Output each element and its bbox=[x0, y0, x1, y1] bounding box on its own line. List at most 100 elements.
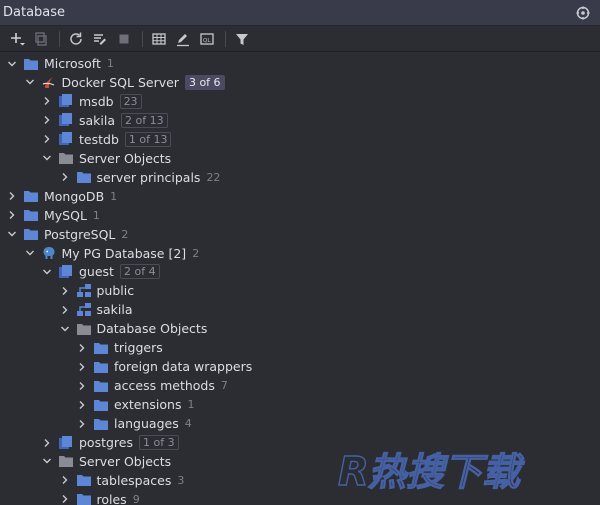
chevron-down-icon[interactable] bbox=[41, 455, 53, 467]
chevron-down-icon[interactable] bbox=[6, 228, 18, 240]
chevron-right-icon[interactable] bbox=[41, 437, 53, 449]
chevron-right-icon[interactable] bbox=[76, 380, 88, 392]
chevron-right-icon[interactable] bbox=[76, 342, 88, 354]
folder-icon bbox=[24, 208, 38, 222]
tree-node-badge[interactable]: 3 of 6 bbox=[184, 74, 225, 90]
tree-node[interactable]: extensions 1 bbox=[0, 395, 600, 414]
chevron-right-icon[interactable] bbox=[76, 399, 88, 411]
tree-node-badge[interactable]: 1 of 3 bbox=[139, 435, 179, 450]
tree-node[interactable]: Server Objects bbox=[0, 149, 600, 168]
tree-node-label: Server Objects bbox=[79, 150, 172, 166]
tree-node[interactable]: server principals 22 bbox=[0, 168, 600, 187]
folder-icon bbox=[76, 170, 91, 184]
tree-node-label: extensions bbox=[114, 397, 182, 413]
tree-node-label: tablespaces bbox=[96, 472, 172, 488]
copy-icon[interactable] bbox=[30, 29, 52, 49]
schema-icon bbox=[76, 302, 91, 317]
stop-icon[interactable] bbox=[113, 29, 135, 49]
tree-node[interactable]: roles 9 bbox=[0, 490, 600, 505]
tree-node[interactable]: testdb 1 of 13 bbox=[0, 130, 600, 149]
chevron-right-icon[interactable] bbox=[59, 304, 71, 316]
console-icon[interactable]: QL bbox=[196, 29, 218, 49]
tree-node[interactable]: MongoDB 1 bbox=[0, 187, 600, 206]
toolbar-separator bbox=[59, 31, 60, 47]
tree-node-badge[interactable]: 23 bbox=[119, 93, 142, 109]
folder-icon bbox=[76, 473, 91, 487]
svg-text:QL: QL bbox=[203, 38, 211, 44]
chevron-right-icon[interactable] bbox=[41, 95, 53, 107]
chevron-down-icon[interactable] bbox=[24, 76, 36, 88]
tree-node-label: server principals bbox=[96, 169, 201, 185]
chevron-down-icon[interactable] bbox=[6, 58, 18, 70]
refresh-icon[interactable] bbox=[65, 29, 87, 49]
chevron-right-icon[interactable] bbox=[76, 361, 88, 373]
tree-node-badge[interactable]: 1 of 13 bbox=[124, 131, 172, 147]
chevron-down-icon[interactable] bbox=[41, 152, 53, 164]
tree-node-label: MongoDB bbox=[44, 188, 105, 204]
tree-node[interactable]: Database Objects bbox=[0, 319, 600, 338]
tree-node-badge[interactable]: 2 of 13 bbox=[121, 112, 168, 128]
folder-icon bbox=[24, 189, 38, 203]
chevron-right-icon[interactable] bbox=[59, 285, 71, 297]
chevron-right-icon[interactable] bbox=[6, 209, 18, 221]
database-icon bbox=[59, 264, 73, 279]
tree-node-label: testdb bbox=[79, 131, 119, 147]
grey-folder-icon bbox=[59, 151, 73, 165]
chevron-right-icon[interactable] bbox=[59, 474, 71, 486]
tree-node[interactable]: triggers bbox=[0, 338, 600, 357]
schema-sync-icon[interactable] bbox=[89, 29, 111, 49]
folder-icon bbox=[94, 360, 108, 374]
add-icon[interactable] bbox=[6, 29, 28, 49]
chevron-down-icon[interactable] bbox=[24, 247, 36, 259]
tree-node-label: sakila bbox=[79, 112, 116, 128]
gear-icon[interactable] bbox=[575, 5, 591, 21]
table-icon[interactable] bbox=[148, 29, 170, 49]
tree-node[interactable]: foreign data wrappers bbox=[0, 357, 600, 376]
chevron-right-icon[interactable] bbox=[76, 418, 88, 430]
tree-node-count: 1 bbox=[106, 57, 114, 70]
edit-icon[interactable] bbox=[172, 29, 194, 49]
tree-node[interactable]: Microsoft 1 bbox=[0, 54, 600, 73]
postgres-icon bbox=[42, 246, 56, 260]
tree-node-label: access methods bbox=[114, 378, 215, 394]
tree-node[interactable]: sakila bbox=[0, 300, 600, 319]
tree-node[interactable]: msdb 23 bbox=[0, 92, 600, 111]
grey-folder-icon bbox=[59, 454, 73, 468]
panel-title: Database bbox=[3, 5, 66, 20]
tree-node[interactable]: access methods 7 bbox=[0, 376, 600, 395]
tree-node-label: foreign data wrappers bbox=[114, 359, 253, 375]
chevron-right-icon[interactable] bbox=[41, 133, 53, 145]
tree-node[interactable]: postgres 1 of 3 bbox=[0, 433, 600, 452]
filter-icon[interactable] bbox=[231, 29, 253, 49]
chevron-down-icon[interactable] bbox=[59, 323, 71, 335]
tree-node-label: Database Objects bbox=[96, 321, 208, 337]
database-icon bbox=[59, 132, 73, 146]
grey-folder-icon bbox=[76, 322, 91, 336]
tree-node-label: Docker SQL Server bbox=[61, 74, 179, 90]
tree-node[interactable]: Server Objects bbox=[0, 452, 600, 471]
tree-node-count: 4 bbox=[184, 417, 192, 431]
tree-node-label: Server Objects bbox=[79, 453, 172, 469]
tree-node-label: guest bbox=[79, 264, 114, 280]
toolbar-separator bbox=[142, 31, 143, 47]
tree-node[interactable]: public bbox=[0, 281, 600, 300]
tree-node-badge[interactable]: 2 of 4 bbox=[119, 264, 160, 280]
tree-node[interactable]: MySQL 1 bbox=[0, 206, 600, 225]
tree-node[interactable]: guest 2 of 4 bbox=[0, 262, 600, 281]
tree-node[interactable]: sakila 2 of 13 bbox=[0, 111, 600, 130]
tree-node[interactable]: Docker SQL Server 3 of 6 bbox=[0, 73, 600, 92]
chevron-right-icon[interactable] bbox=[6, 190, 18, 202]
chevron-right-icon[interactable] bbox=[41, 114, 53, 126]
tree-node[interactable]: My PG Database [2] 2 bbox=[0, 244, 600, 263]
folder-icon bbox=[76, 492, 91, 505]
chevron-right-icon[interactable] bbox=[59, 493, 71, 505]
tree-node-label: Microsoft bbox=[44, 56, 101, 71]
tree-node-count: 1 bbox=[92, 208, 100, 222]
tree-node[interactable]: tablespaces 3 bbox=[0, 471, 600, 490]
chevron-down-icon[interactable] bbox=[41, 266, 53, 278]
tree-node[interactable]: languages 4 bbox=[0, 414, 600, 433]
tree-node-count: 22 bbox=[206, 170, 221, 184]
tree-node-label: languages bbox=[114, 416, 179, 432]
tree-node[interactable]: PostgreSQL 2 bbox=[0, 225, 600, 244]
chevron-right-icon[interactable] bbox=[59, 171, 71, 183]
